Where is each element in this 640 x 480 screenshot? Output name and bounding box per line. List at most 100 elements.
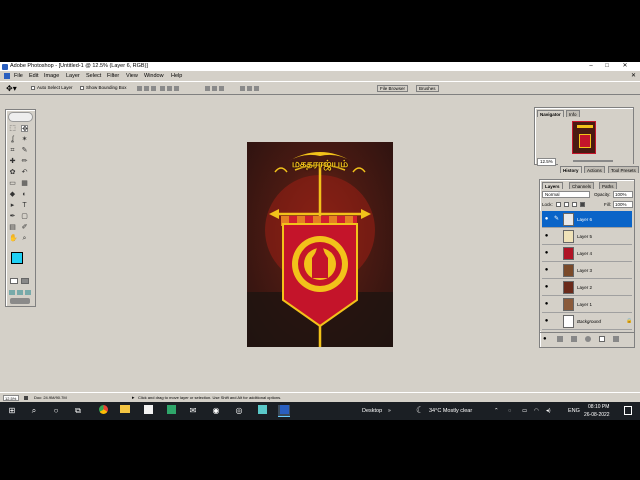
navigator-zoom[interactable]: 12.5% (537, 158, 556, 166)
document-icon[interactable] (4, 73, 10, 79)
task-view-icon[interactable]: ⧉ (72, 405, 84, 417)
zoom-tool-icon[interactable]: ⌕ (21, 235, 28, 242)
search-icon[interactable]: ⌕ (28, 405, 40, 417)
tab-layers[interactable]: Layers (542, 182, 563, 189)
maximize-button[interactable]: □ (600, 62, 614, 71)
layer-link-icon[interactable] (553, 267, 560, 274)
layer-link-icon[interactable] (553, 301, 560, 308)
tab-navigator[interactable]: Navigator (537, 110, 564, 117)
language-indicator[interactable]: ENG (568, 402, 580, 420)
visibility-eye-icon[interactable]: ● (543, 301, 550, 308)
blur-tool-icon[interactable]: ◆ (9, 191, 16, 198)
desktop-chevron-icon[interactable]: » (388, 402, 391, 420)
path-selection-tool-icon[interactable]: ▸ (9, 202, 16, 209)
menu-layer[interactable]: Layer (66, 71, 80, 81)
new-set-icon[interactable] (571, 336, 577, 342)
crop-tool-icon[interactable]: ⌗ (9, 147, 16, 154)
wifi-icon[interactable]: ◠ (534, 402, 539, 420)
trash-icon[interactable] (613, 336, 619, 342)
fill-input[interactable]: 100% (613, 201, 633, 208)
visibility-eye-icon[interactable]: ● (543, 267, 550, 274)
magic-wand-tool-icon[interactable]: ✶ (21, 136, 28, 143)
layer-row[interactable]: ● Layer 2 (542, 279, 632, 296)
hand-tool-icon[interactable]: ✋ (9, 235, 18, 242)
move-tool-preset-icon[interactable]: ✥▾ (6, 84, 17, 93)
clone-stamp-tool-icon[interactable]: ✿ (9, 169, 16, 176)
media-player-icon[interactable] (165, 405, 177, 417)
notification-icon[interactable] (624, 406, 632, 415)
notes-tool-icon[interactable]: ▤ (9, 224, 16, 231)
visibility-eye-icon[interactable]: ● (543, 250, 550, 257)
visibility-eye-icon[interactable]: ● (543, 284, 550, 291)
app-icon[interactable]: ◎ (233, 405, 245, 417)
align-center-icon[interactable] (167, 86, 172, 91)
jump-to-imageready-icon[interactable] (10, 298, 30, 304)
menu-help[interactable]: Help (171, 71, 182, 81)
tray-expand-icon[interactable]: ⌃ (494, 402, 499, 420)
brushes-tab[interactable]: Brushes (416, 85, 439, 92)
cortana-icon[interactable]: ○ (50, 405, 62, 417)
layer-row[interactable]: ● ✎ Layer 6 (542, 211, 632, 228)
type-tool-icon[interactable]: T (21, 202, 28, 209)
photoshop-taskbar-icon[interactable] (278, 405, 290, 417)
layer-link-icon[interactable] (553, 318, 560, 325)
battery-icon[interactable]: ▭ (522, 402, 527, 420)
obs-icon[interactable]: ◉ (210, 405, 222, 417)
visibility-eye-icon[interactable]: ● (543, 318, 550, 325)
history-brush-tool-icon[interactable]: ↶ (21, 169, 28, 176)
menu-image[interactable]: Image (44, 71, 59, 81)
distribute-left-icon[interactable] (240, 86, 245, 91)
visibility-eye-icon[interactable]: ● (543, 216, 550, 223)
tab-history[interactable]: History (560, 166, 582, 173)
gradient-tool-icon[interactable]: ▦ (21, 180, 28, 187)
distribute-bottom-icon[interactable] (219, 86, 224, 91)
menu-edit[interactable]: Edit (29, 71, 38, 81)
document-canvas[interactable]: மகதராஜ்யம் (247, 142, 393, 347)
menu-select[interactable]: Select (86, 71, 101, 81)
menu-file[interactable]: File (14, 71, 23, 81)
screen-mode-standard-icon[interactable] (9, 290, 15, 295)
lock-position-icon[interactable] (572, 202, 577, 207)
distribute-center-icon[interactable] (247, 86, 252, 91)
volume-icon[interactable]: ◂) (546, 402, 551, 420)
weather-text[interactable]: 34°C Mostly clear (429, 402, 472, 420)
notes-icon[interactable] (256, 405, 268, 417)
menu-view[interactable]: View (126, 71, 138, 81)
adjustment-layer-icon[interactable] (585, 336, 591, 342)
screen-mode-menu-icon[interactable] (17, 290, 23, 295)
status-zoom[interactable]: 12.5% (3, 395, 19, 401)
align-left-icon[interactable] (160, 86, 165, 91)
align-top-icon[interactable] (137, 86, 142, 91)
align-right-icon[interactable] (174, 86, 179, 91)
minimize-button[interactable]: – (584, 62, 598, 71)
status-menu-icon[interactable] (24, 396, 28, 400)
auto-select-checkbox[interactable] (31, 86, 35, 90)
lock-all-icon[interactable] (580, 202, 585, 207)
tab-info[interactable]: Info (566, 110, 580, 117)
brush-tool-icon[interactable]: ✏ (21, 158, 28, 165)
tab-actions[interactable]: Actions (584, 166, 605, 173)
clock-date[interactable]: 26-08-2022 (584, 412, 610, 418)
screen-mode-full-icon[interactable] (25, 290, 31, 295)
bounding-box-checkbox[interactable] (80, 86, 84, 90)
store-icon[interactable] (142, 405, 154, 417)
visibility-eye-icon[interactable]: ● (543, 233, 550, 240)
mail-icon[interactable]: ✉ (187, 405, 199, 417)
layer-row[interactable]: ● Layer 3 (542, 262, 632, 279)
layer-row[interactable]: ● Layer 1 (542, 296, 632, 313)
align-middle-icon[interactable] (144, 86, 149, 91)
foreground-color-swatch[interactable] (11, 252, 23, 264)
desktop-label[interactable]: Desktop (362, 402, 382, 420)
layer-row[interactable]: ● Background 🔒 (542, 313, 633, 330)
layer-link-icon[interactable] (553, 233, 560, 240)
windows-start-icon[interactable]: ⊞ (6, 405, 18, 417)
menu-window[interactable]: Window (144, 71, 164, 81)
layer-link-icon[interactable] (553, 250, 560, 257)
dodge-tool-icon[interactable]: ◐ (21, 191, 28, 198)
navigator-preview[interactable] (538, 118, 632, 156)
distribute-top-icon[interactable] (205, 86, 210, 91)
lock-transparency-icon[interactable] (556, 202, 561, 207)
distribute-middle-icon[interactable] (212, 86, 217, 91)
eraser-tool-icon[interactable]: ▭ (9, 180, 16, 187)
document-close-icon[interactable]: ✕ (631, 71, 636, 81)
